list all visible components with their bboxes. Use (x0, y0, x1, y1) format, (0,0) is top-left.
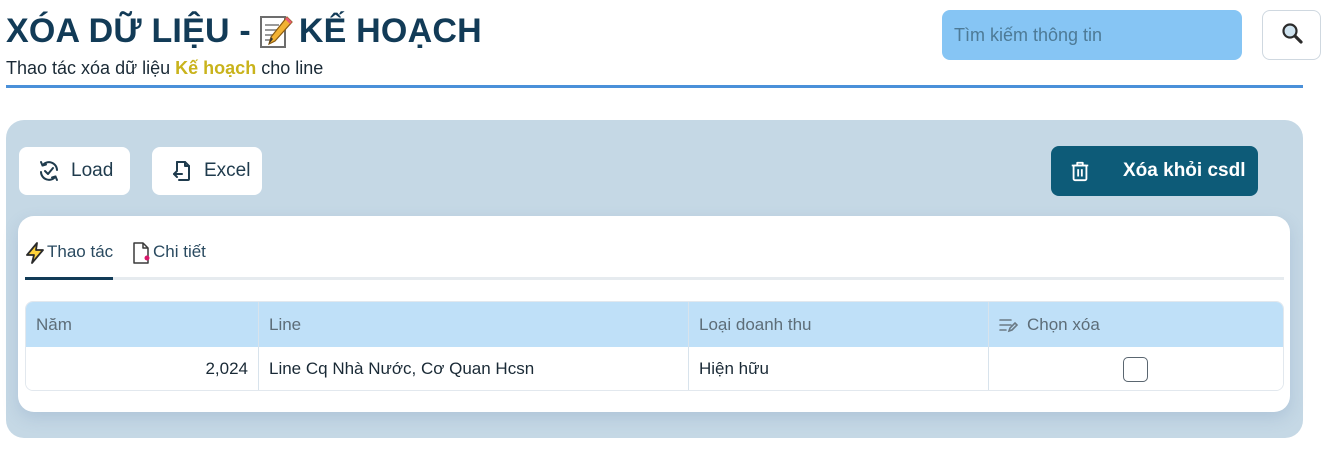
delete-label: Xóa khỏi csdl (1123, 160, 1246, 181)
select-delete-label: Chọn xóa (1027, 314, 1100, 334)
page-subtitle: Thao tác xóa dữ liệu Kế hoạch cho line (6, 58, 323, 79)
tab-operations-label: Thao tác (47, 242, 114, 261)
excel-button[interactable]: Excel (152, 147, 262, 195)
column-header-line[interactable]: Line (259, 302, 689, 347)
search-icon (1280, 21, 1304, 50)
load-button[interactable]: Load (19, 147, 130, 195)
search-button[interactable] (1262, 10, 1321, 60)
subtitle-post: cho line (261, 58, 324, 78)
subtitle-pre: Thao tác xóa dữ liệu (6, 58, 171, 78)
cell-revenue-type: Hiện hữu (689, 347, 989, 390)
cell-year: 2,024 (26, 347, 259, 390)
cell-select-delete (989, 347, 1283, 390)
subtitle-highlight: Kế hoạch (175, 58, 257, 78)
memo-icon (257, 13, 295, 51)
title-prefix: XÓA DỮ LIỆU - (6, 12, 251, 50)
trash-icon (1069, 160, 1091, 182)
cell-line: Line Cq Nhà Nước, Cơ Quan Hcsn (259, 347, 689, 390)
refresh-icon (37, 159, 61, 183)
page-title: XÓA DỮ LIỆU - KẾ HOẠCH (6, 12, 482, 51)
load-label: Load (71, 160, 114, 181)
column-header-revenue-type[interactable]: Loại doanh thu (689, 302, 989, 347)
excel-label: Excel (204, 160, 251, 181)
tab-operations[interactable]: Thao tác (25, 242, 114, 280)
column-header-select-delete[interactable]: Chọn xóa (989, 302, 1283, 347)
document-icon (131, 242, 151, 264)
table-row[interactable]: 2,024 Line Cq Nhà Nước, Cơ Quan Hcsn Hiệ… (26, 347, 1283, 390)
lightning-icon (25, 242, 45, 264)
tab-details[interactable]: Chi tiết (131, 242, 206, 280)
main-panel: Load Excel Xóa khỏi csdl Thao tác Chi ti… (6, 120, 1303, 438)
file-export-icon (170, 159, 194, 183)
search-input[interactable] (942, 10, 1242, 60)
delete-from-db-button[interactable]: Xóa khỏi csdl (1051, 146, 1258, 196)
table-header-row: Năm Line Loại doanh thu Chọn xóa (26, 302, 1283, 347)
data-table: Năm Line Loại doanh thu Chọn xóa 2,024 L… (25, 301, 1284, 391)
column-header-year[interactable]: Năm (26, 302, 259, 347)
tab-details-label: Chi tiết (153, 242, 206, 261)
edit-list-icon (999, 316, 1019, 334)
delete-checkbox[interactable] (1123, 356, 1148, 382)
content-card: Thao tác Chi tiết Năm Line Loại doanh th… (18, 216, 1290, 412)
tab-bar: Thao tác Chi tiết (25, 234, 1284, 280)
title-suffix: KẾ HOẠCH (298, 12, 482, 50)
